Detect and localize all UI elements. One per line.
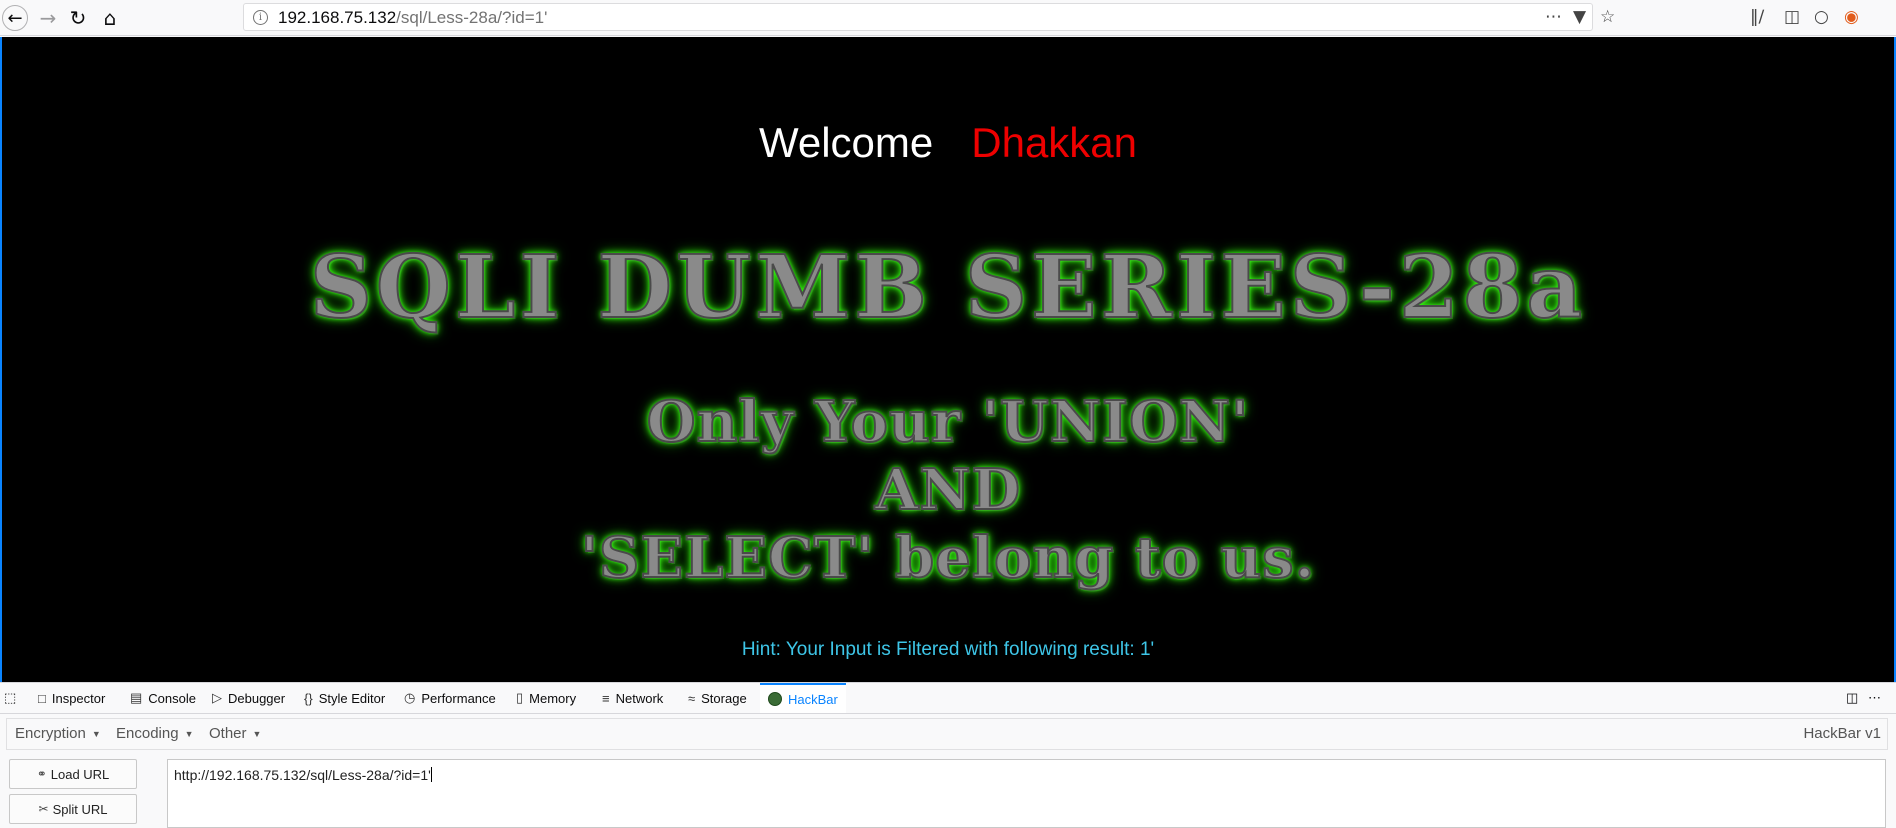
library-icon[interactable]: ‖∕ [1750, 7, 1764, 27]
memory-icon: ▯ [516, 690, 524, 705]
welcome-text: Welcome [758, 119, 934, 166]
console-icon: ▤ [130, 690, 143, 705]
menu-label: Other [209, 725, 247, 742]
storage-icon: ≈ [688, 690, 696, 706]
scissors-icon: ✂ [38, 802, 49, 816]
other-menu[interactable]: Other ▼ [209, 725, 261, 742]
split-url-button[interactable]: ✂ Split URL [9, 794, 137, 824]
slogan-line-2: AND [874, 456, 1022, 524]
tab-label: Performance [421, 690, 496, 706]
url-text[interactable]: 192.168.75.132/sql/Less-28a/?id=1' [278, 8, 547, 28]
address-bar[interactable]: i 192.168.75.132/sql/Less-28a/?id=1' ⋯ ▼… [243, 3, 1615, 31]
menu-label: Encryption [15, 725, 86, 742]
inspector-icon: □ [38, 690, 46, 706]
tab-label: Network [615, 690, 664, 706]
devtools-tabbar: ⬚ □ Inspector ▤ Console ▷ Debugger {} Style … [0, 682, 1896, 714]
encoding-menu[interactable]: Encoding ▼ [116, 725, 193, 742]
tab-storage[interactable]: ≈ Storage [688, 683, 747, 713]
tab-network[interactable]: ≡ Network [602, 683, 663, 713]
encryption-menu[interactable]: Encryption ▼ [15, 725, 101, 742]
welcome-heading: Welcome Dhakkan [2, 119, 1894, 167]
tab-label: Storage [701, 690, 747, 706]
tab-label: Memory [529, 690, 577, 706]
tab-inspector[interactable]: □ Inspector [38, 683, 105, 713]
text-cursor [430, 767, 432, 782]
tab-label: Inspector [51, 690, 106, 706]
menu-label: Encoding [116, 725, 179, 742]
sidebar-icon[interactable]: ◫ [1784, 7, 1800, 27]
series-title: SQLI DUMB SERIES-28a [309, 236, 1587, 339]
element-picker-icon[interactable]: ⬚ [4, 683, 16, 713]
slogan-line-1: Only Your 'UNION' [646, 388, 1250, 456]
bookmark-star-icon[interactable]: ☆ [1600, 7, 1615, 27]
tab-performance[interactable]: ◷ Performance [404, 683, 496, 713]
tab-memory[interactable]: ▯ Memory [516, 683, 576, 713]
url-host: 192.168.75.132 [278, 8, 397, 27]
tab-console[interactable]: ▤ Console [130, 683, 196, 713]
more-options-icon[interactable]: ⋯ [1868, 683, 1881, 713]
caret-down-icon: ▼ [91, 729, 101, 740]
tab-label: Console [148, 690, 196, 706]
dock-icon[interactable]: ◫ [1846, 683, 1858, 713]
network-icon: ≡ [602, 690, 610, 706]
page-actions-icon[interactable]: ⋯ [1545, 7, 1562, 27]
style-editor-icon: {} [304, 690, 313, 706]
forward-arrow-icon[interactable]: → [34, 4, 62, 32]
debugger-icon: ▷ [212, 690, 222, 705]
url-path: /sql/Less-28a/?id=1' [396, 8, 548, 27]
extension-icon[interactable]: ○ [1814, 7, 1829, 27]
url-value: http://192.168.75.132/sql/Less-28a/?id=1… [174, 767, 431, 783]
load-url-icon: ⚭ [36, 767, 47, 781]
button-label: Split URL [52, 801, 108, 817]
caret-down-icon: ▼ [184, 729, 194, 740]
welcome-name: Dhakkan [971, 119, 1138, 166]
tab-label: HackBar [788, 691, 838, 707]
button-label: Load URL [50, 766, 110, 782]
slogan-line-3: 'SELECT' belong to us. [580, 524, 1316, 592]
tab-style-editor[interactable]: {} Style Editor [304, 683, 385, 713]
home-icon[interactable]: ⌂ [96, 4, 124, 32]
hackbar-version: HackBar v1 [1803, 725, 1881, 742]
hint-text: Hint: Your Input is Filtered with follow… [741, 639, 1155, 660]
caret-down-icon: ▼ [252, 729, 262, 740]
reload-icon[interactable]: ↻ [64, 4, 92, 32]
hackbar-icon [768, 692, 782, 706]
performance-icon: ◷ [404, 690, 416, 705]
hackbar-url-textarea[interactable]: http://192.168.75.132/sql/Less-28a/?id=1… [167, 759, 1886, 828]
pocket-icon[interactable]: ▼ [1573, 7, 1586, 27]
addon-icon[interactable]: ◉ [1844, 7, 1859, 27]
browser-toolbar: ← → ↻ ⌂ i 192.168.75.132/sql/Less-28a/?i… [0, 0, 1896, 36]
tab-debugger[interactable]: ▷ Debugger [212, 683, 285, 713]
hackbar-menu: Encryption ▼ Encoding ▼ Other ▼ HackBar v1 [6, 718, 1888, 750]
page-content: Welcome Dhakkan SQLI DUMB SERIES-28a Only… [0, 37, 1896, 682]
back-arrow-icon[interactable]: ← [2, 5, 28, 31]
tab-hackbar[interactable]: HackBar [760, 683, 846, 713]
site-info-icon[interactable]: i [253, 10, 268, 25]
tab-label: Debugger [228, 690, 286, 706]
tab-label: Style Editor [318, 690, 386, 706]
load-url-button[interactable]: ⚭ Load URL [9, 759, 137, 789]
